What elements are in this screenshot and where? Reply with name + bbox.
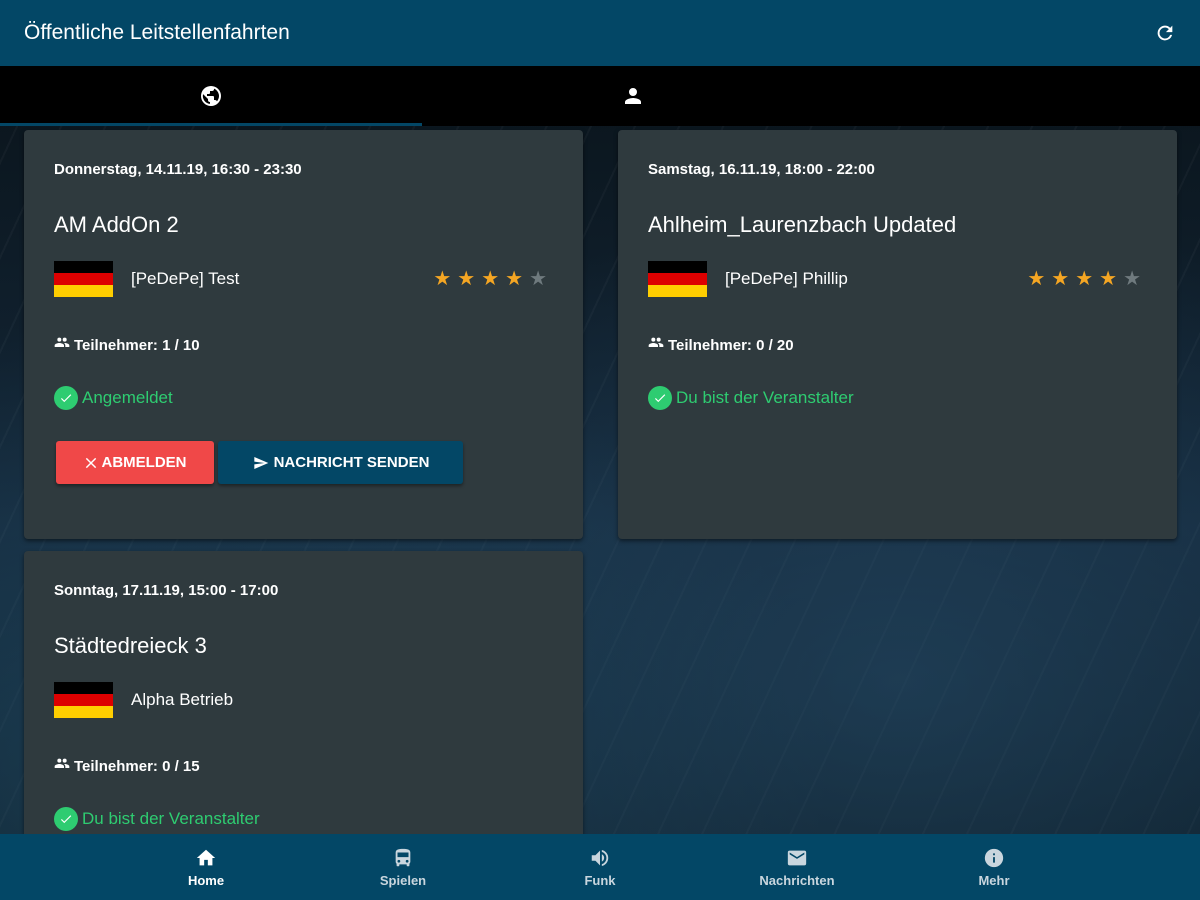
- organizer-status: Du bist der Veranstalter: [648, 386, 854, 410]
- bus-icon: [392, 846, 414, 870]
- globe-icon: [198, 83, 224, 109]
- event-organizer: Alpha Betrieb: [131, 690, 234, 709]
- nav-play[interactable]: Spielen: [305, 834, 502, 900]
- event-organizer: [PeDePe] Test: [131, 269, 240, 288]
- event-title: Ahlheim_Laurenzbach Updated: [648, 212, 957, 237]
- star-filled-icon: ★: [433, 268, 452, 290]
- event-organizer: [PeDePe] Phillip: [725, 269, 848, 288]
- check-circle-icon: [54, 386, 78, 410]
- group-icon: [648, 336, 664, 354]
- event-date: Sonntag, 17.11.19, 15:00 - 17:00: [54, 582, 279, 599]
- speaker-icon: [589, 846, 611, 870]
- page-title: Öffentliche Leitstellenfahrten: [24, 21, 290, 44]
- rating-stars: ★ ★ ★ ★ ★: [433, 269, 547, 289]
- participants-count: Teilnehmer: 0 / 15: [54, 757, 200, 775]
- nav-messages[interactable]: Nachrichten: [699, 834, 896, 900]
- tab-mine[interactable]: [422, 66, 844, 126]
- organizer-status: Du bist der Veranstalter: [54, 807, 260, 831]
- rating-stars: ★ ★ ★ ★ ★: [1027, 269, 1141, 289]
- event-card[interactable]: Donnerstag, 14.11.19, 16:30 - 23:30 AM A…: [24, 130, 583, 539]
- mail-icon: [785, 846, 809, 870]
- send-message-button[interactable]: NACHRICHT SENDEN: [218, 441, 463, 484]
- event-date: Samstag, 16.11.19, 18:00 - 22:00: [648, 161, 875, 178]
- germany-flag-icon: [54, 261, 113, 297]
- star-filled-icon: ★: [481, 268, 500, 290]
- nav-radio[interactable]: Funk: [502, 834, 699, 900]
- person-icon: [620, 83, 646, 109]
- event-title: AM AddOn 2: [54, 212, 179, 237]
- star-filled-icon: ★: [505, 268, 524, 290]
- event-card[interactable]: Samstag, 16.11.19, 18:00 - 22:00 Ahlheim…: [618, 130, 1177, 539]
- event-card[interactable]: Sonntag, 17.11.19, 15:00 - 17:00 Städted…: [24, 551, 583, 834]
- send-icon: [252, 455, 270, 471]
- registration-status: Angemeldet: [54, 386, 173, 410]
- tab-public[interactable]: [0, 66, 422, 126]
- star-filled-icon: ★: [1027, 268, 1046, 290]
- tab-active-indicator: [0, 123, 422, 126]
- star-empty-icon: ★: [1123, 268, 1141, 290]
- germany-flag-icon: [54, 682, 113, 718]
- unregister-button[interactable]: ABMELDEN: [56, 441, 214, 484]
- event-date: Donnerstag, 14.11.19, 16:30 - 23:30: [54, 161, 302, 178]
- nav-more[interactable]: Mehr: [896, 834, 1093, 900]
- tab-bar: [0, 66, 1200, 126]
- check-circle-icon: [648, 386, 672, 410]
- bottom-navigation: Home Spielen Funk Nachrichten Mehr: [0, 834, 1200, 900]
- star-filled-icon: ★: [1051, 268, 1070, 290]
- star-filled-icon: ★: [1075, 268, 1094, 290]
- refresh-icon[interactable]: [1152, 20, 1178, 46]
- close-icon: [84, 456, 98, 470]
- star-empty-icon: ★: [529, 268, 547, 290]
- participants-count: Teilnehmer: 0 / 20: [648, 336, 794, 354]
- star-filled-icon: ★: [457, 268, 476, 290]
- group-icon: [54, 336, 70, 354]
- check-circle-icon: [54, 807, 78, 831]
- app-header: Öffentliche Leitstellenfahrten: [0, 0, 1200, 66]
- germany-flag-icon: [648, 261, 707, 297]
- event-title: Städtedreieck 3: [54, 633, 207, 658]
- participants-count: Teilnehmer: 1 / 10: [54, 336, 200, 354]
- star-filled-icon: ★: [1099, 268, 1118, 290]
- info-icon: [983, 846, 1005, 870]
- home-icon: [195, 846, 217, 870]
- group-icon: [54, 757, 70, 775]
- nav-home[interactable]: Home: [108, 834, 305, 900]
